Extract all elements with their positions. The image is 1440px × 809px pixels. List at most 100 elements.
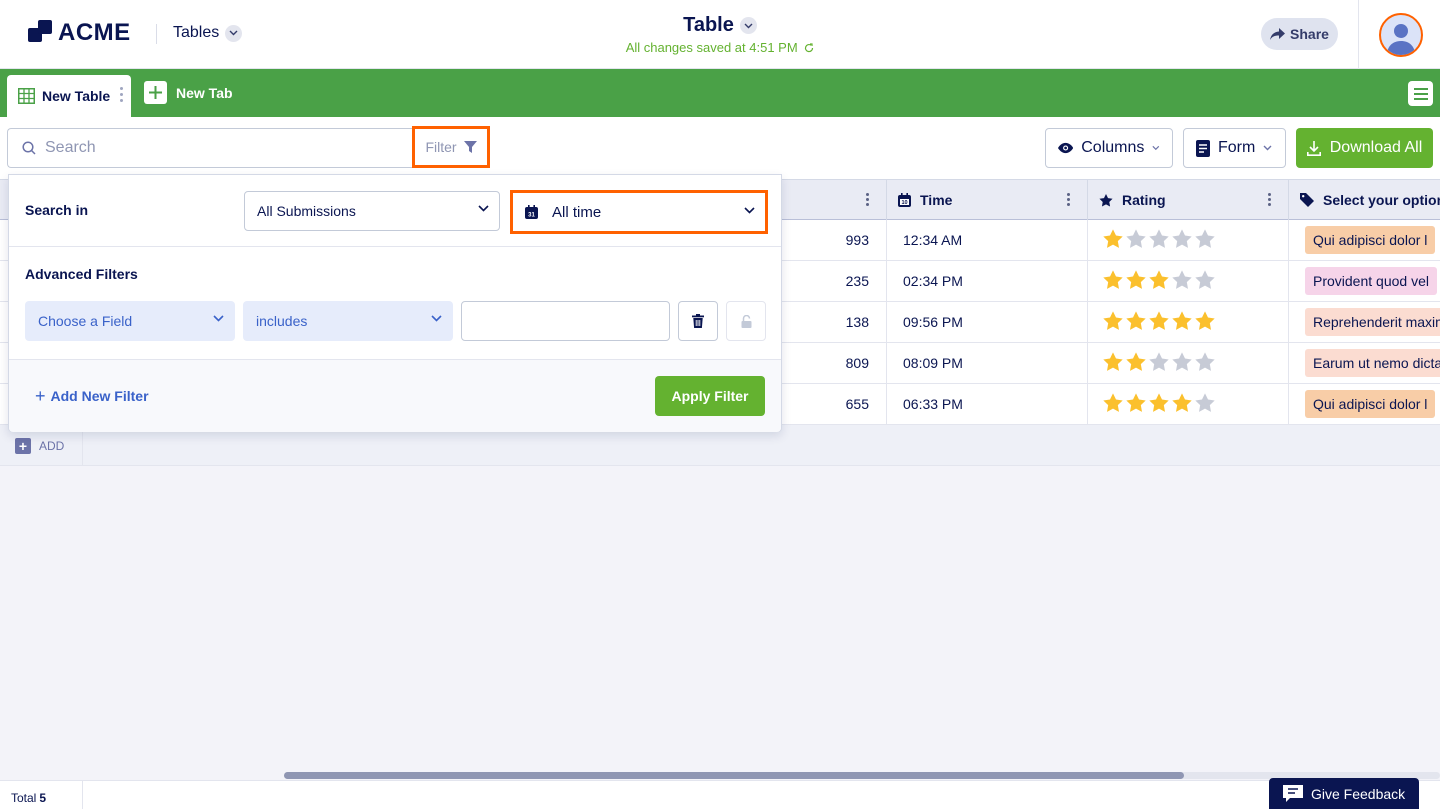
search-input[interactable] [45,139,385,157]
give-feedback-button[interactable]: Give Feedback [1269,778,1419,809]
column-header-rating[interactable]: Rating [1088,180,1289,220]
plus-icon [144,81,167,104]
filter-actions-row: + Add New Filter Apply Filter [9,360,781,432]
horizontal-scrollbar-thumb[interactable] [284,772,1184,779]
filter-button[interactable]: Filter [412,126,490,168]
star-filled-icon[interactable] [1149,269,1172,293]
star-filled-icon[interactable] [1149,392,1172,416]
operator-select[interactable]: includes [243,301,453,341]
plus-icon: + [35,386,46,406]
date-range-select[interactable]: 31 All time [510,190,768,234]
option-cell: Reprehenderit maxim [1289,302,1440,342]
number-cell: 235 [782,261,887,301]
star-filled-icon[interactable] [1103,269,1126,293]
star-empty-icon[interactable] [1149,228,1172,252]
star-filled-icon[interactable] [1195,310,1218,334]
column-options-icon[interactable] [1268,193,1271,208]
star-filled-icon[interactable] [1103,310,1126,334]
page-title: Table [683,14,734,36]
download-all-button[interactable]: Download All [1296,128,1433,168]
form-button[interactable]: Form [1183,128,1286,168]
star-empty-icon[interactable] [1195,269,1218,293]
hamburger-menu-icon[interactable] [1408,81,1433,106]
logo-mark-icon [28,20,54,46]
acme-logo[interactable]: ACME [28,19,131,47]
add-new-filter-button[interactable]: + Add New Filter [35,386,149,406]
columns-label: Columns [1081,139,1145,156]
star-empty-icon[interactable] [1149,351,1172,375]
star-empty-icon[interactable] [1172,269,1195,293]
column-header-option[interactable]: Select your option [1289,180,1440,220]
tab-label: New Table [42,88,111,104]
avatar[interactable] [1379,13,1423,57]
operator-value: includes [256,313,308,329]
column-options-icon[interactable] [866,193,869,208]
star-filled-icon[interactable] [1172,310,1195,334]
total-count: Total 5 [0,781,83,809]
star-filled-icon[interactable] [1126,269,1149,293]
column-options-icon[interactable] [1067,193,1070,208]
star-empty-icon[interactable] [1126,228,1149,252]
save-status: All changes saved at 4:51 PM [520,40,920,55]
share-arrow-icon [1270,28,1286,40]
plus-icon: + [15,437,31,454]
new-tab-button[interactable]: New Tab [144,81,233,104]
lock-filter-button[interactable] [726,301,766,341]
tab-options-icon[interactable] [120,87,124,105]
title-chevron-down-icon[interactable] [739,17,757,34]
feedback-label: Give Feedback [1311,785,1406,802]
submissions-select[interactable]: All Submissions [244,191,500,231]
star-filled-icon[interactable] [1126,351,1149,375]
star-empty-icon[interactable] [1195,351,1218,375]
chevron-down-icon [478,205,489,212]
advanced-filters-row: Advanced Filters Choose a Field includes [9,247,781,360]
user-avatar-icon [1387,24,1415,55]
apply-filter-button[interactable]: Apply Filter [655,376,765,416]
download-icon [1306,140,1321,156]
choose-field-select[interactable]: Choose a Field [25,301,235,341]
date-range-value: All time [552,203,602,221]
column-header-number[interactable] [782,180,887,220]
star-filled-icon[interactable] [1103,228,1126,252]
star-filled-icon[interactable] [1103,392,1126,416]
column-header-time[interactable]: 10 Time [887,180,1088,220]
columns-button[interactable]: Columns [1045,128,1173,168]
rating-cell[interactable] [1088,302,1289,342]
filter-value-input[interactable] [461,301,670,341]
calendar-icon: 31 [525,205,538,219]
refresh-icon [805,43,814,53]
rating-cell[interactable] [1088,220,1289,260]
star-filled-icon[interactable] [1103,351,1126,375]
column-header-label: Time [920,192,953,208]
unlock-icon [741,314,751,328]
submissions-value: All Submissions [257,203,356,219]
logo-text: ACME [58,19,131,46]
time-cell: 09:56 PM [887,302,1088,342]
star-empty-icon[interactable] [1172,228,1195,252]
rating-cell[interactable] [1088,384,1289,424]
add-filter-label: Add New Filter [50,388,149,404]
star-filled-icon[interactable] [1149,310,1172,334]
star-empty-icon[interactable] [1195,228,1218,252]
star-empty-icon[interactable] [1195,392,1218,416]
tab-bar: New Table New Tab [0,69,1440,117]
toolbar: Filter Columns Form Download All [0,117,1440,179]
star-filled-icon[interactable] [1126,310,1149,334]
star-icon [1099,193,1113,207]
tab-new-table[interactable]: New Table [7,75,131,117]
option-tag: Qui adipisci dolor l [1305,390,1436,418]
rating-cell[interactable] [1088,343,1289,383]
search-icon [22,141,36,155]
star-empty-icon[interactable] [1172,351,1195,375]
tables-menu-button[interactable]: Tables [173,24,243,42]
form-document-icon [1196,139,1210,157]
number-cell: 138 [782,302,887,342]
star-filled-icon[interactable] [1172,392,1195,416]
chevron-down-icon [213,315,224,322]
star-filled-icon[interactable] [1126,392,1149,416]
delete-filter-button[interactable] [678,301,718,341]
option-cell: Earum ut nemo dicta [1289,343,1440,383]
tag-icon [1300,193,1314,207]
rating-cell[interactable] [1088,261,1289,301]
share-button[interactable]: Share [1261,18,1338,50]
